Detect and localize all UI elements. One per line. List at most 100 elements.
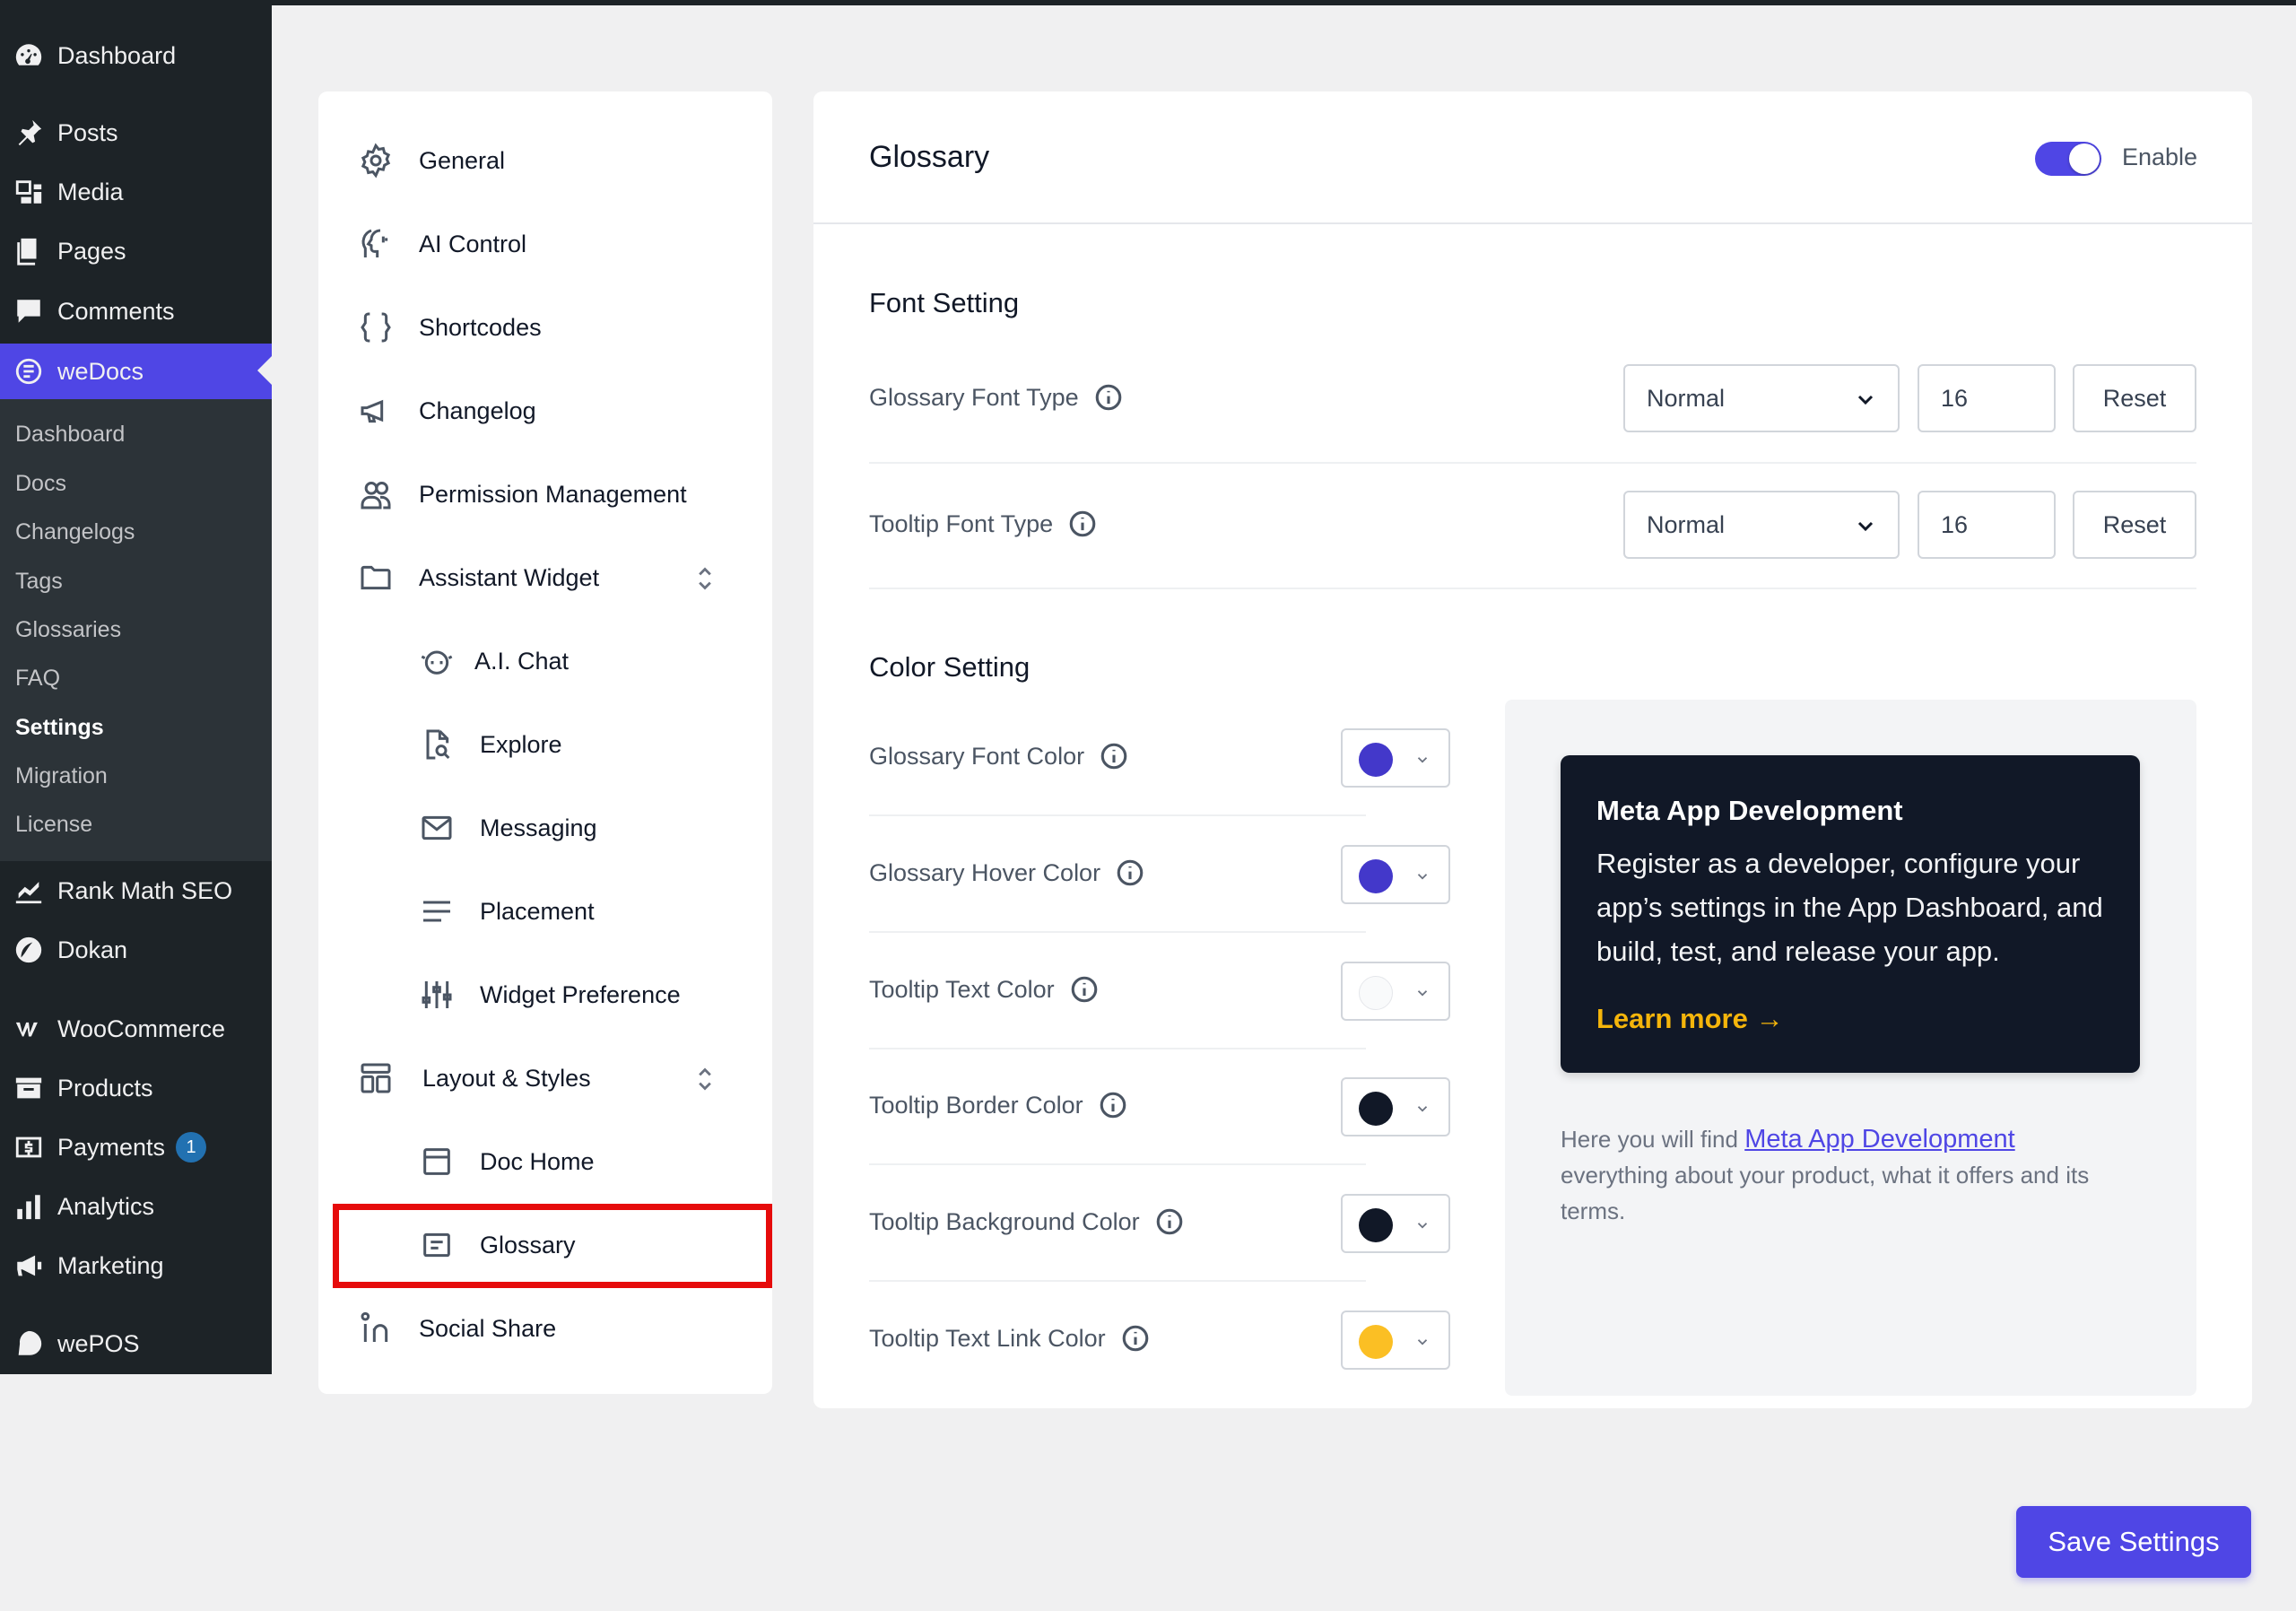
- glossary-font-reset-button[interactable]: Reset: [2073, 364, 2196, 432]
- envelope-icon: [417, 808, 457, 848]
- row-label-text: Tooltip Border Color: [869, 1091, 1083, 1119]
- wp-menu-dashboard[interactable]: Dashboard: [0, 29, 272, 83]
- color-swatch: [1359, 859, 1393, 893]
- linkedin-icon: [356, 1309, 396, 1348]
- submenu-tags[interactable]: Tags: [15, 569, 63, 595]
- analytics-icon: [0, 1191, 57, 1222]
- learn-more-link[interactable]: Learn more →: [1596, 1003, 1783, 1035]
- settings-nav-widget-preference[interactable]: Widget Preference: [417, 975, 681, 1014]
- wp-menu-label: Rank Math SEO: [57, 876, 233, 904]
- glossary-hover-color-picker[interactable]: [1341, 845, 1450, 904]
- wp-menu-payments[interactable]: Payments 1: [0, 1120, 272, 1174]
- info-icon[interactable]: [1099, 741, 1129, 771]
- wp-menu-marketing[interactable]: Marketing: [0, 1239, 272, 1293]
- row-label-text: Glossary Font Color: [869, 742, 1085, 770]
- submenu-docs[interactable]: Docs: [15, 471, 66, 497]
- submenu-license[interactable]: License: [15, 812, 92, 838]
- row-label-text: Tooltip Text Color: [869, 975, 1055, 1003]
- wp-menu-wedocs[interactable]: weDocs: [0, 344, 272, 399]
- settings-nav-explore[interactable]: Explore: [417, 725, 562, 764]
- submenu-settings[interactable]: Settings: [15, 715, 104, 741]
- divider: [869, 814, 1366, 816]
- settings-nav-layout-styles[interactable]: Layout & Styles: [356, 1058, 591, 1098]
- settings-nav-shortcodes[interactable]: Shortcodes: [356, 308, 542, 347]
- settings-nav-label: A.I. Chat: [474, 647, 570, 675]
- folder-icon: [356, 558, 396, 597]
- settings-nav-messaging[interactable]: Messaging: [417, 808, 597, 848]
- wp-menu-label: weDocs: [57, 357, 144, 385]
- info-icon[interactable]: [1067, 509, 1098, 539]
- settings-nav-general[interactable]: General: [356, 141, 505, 180]
- tooltip-border-color-picker[interactable]: [1341, 1077, 1450, 1136]
- settings-nav-placement[interactable]: Placement: [417, 892, 595, 931]
- glossary-font-type-select[interactable]: Normal: [1623, 364, 1900, 432]
- settings-nav-ai-chat[interactable]: A.I. Chat: [417, 641, 569, 681]
- glossary-font-type-label: Glossary Font Type: [869, 382, 1124, 413]
- window-icon: [417, 1142, 457, 1181]
- submenu-glossaries[interactable]: Glossaries: [15, 617, 121, 643]
- submenu-dashboard[interactable]: Dashboard: [15, 422, 125, 448]
- tooltip-font-type-select[interactable]: Normal: [1623, 491, 1900, 559]
- settings-nav-label: Placement: [480, 897, 595, 925]
- row-label-text: Glossary Hover Color: [869, 858, 1101, 886]
- chevron-up-down-icon[interactable]: [692, 1063, 718, 1095]
- save-settings-button[interactable]: Save Settings: [2016, 1506, 2251, 1578]
- wp-menu-wepos[interactable]: wePOS: [0, 1317, 272, 1371]
- settings-nav-changelog[interactable]: Changelog: [356, 391, 536, 431]
- settings-nav-permission-management[interactable]: Permission Management: [356, 475, 687, 514]
- tooltip-background-color-picker[interactable]: [1341, 1194, 1450, 1253]
- tooltip-font-size-input[interactable]: 16: [1918, 491, 2056, 559]
- payments-icon: [0, 1132, 57, 1163]
- tooltip-text-color-picker[interactable]: [1341, 962, 1450, 1021]
- chevron-down-icon: [1417, 1339, 1428, 1345]
- color-swatch: [1359, 1325, 1393, 1359]
- lines-icon: [417, 892, 457, 931]
- color-swatch: [1359, 743, 1393, 777]
- info-icon[interactable]: [1093, 382, 1124, 413]
- info-icon[interactable]: [1120, 1323, 1151, 1354]
- settings-nav-label: General: [419, 146, 506, 174]
- wp-menu-rank-math-seo[interactable]: Rank Math SEO: [0, 864, 272, 918]
- info-icon[interactable]: [1115, 858, 1145, 888]
- info-icon[interactable]: [1069, 974, 1100, 1005]
- pin-icon: [0, 118, 57, 148]
- wp-menu-analytics[interactable]: Analytics: [0, 1180, 272, 1233]
- tooltip-text-link-color-picker[interactable]: [1341, 1311, 1450, 1370]
- info-icon[interactable]: [1098, 1090, 1128, 1120]
- wp-menu-products[interactable]: Products: [0, 1061, 272, 1115]
- settings-nav-ai-control[interactable]: AI Control: [356, 224, 526, 264]
- wp-menu-woocommerce[interactable]: WooCommerce: [0, 1002, 272, 1056]
- tooltip-font-reset-button[interactable]: Reset: [2073, 491, 2196, 559]
- divider: [869, 931, 1366, 933]
- chevron-down-icon: [1417, 874, 1428, 880]
- chevron-up-down-icon[interactable]: [692, 562, 718, 595]
- enable-toggle[interactable]: [2035, 142, 2101, 176]
- settings-nav-doc-home[interactable]: Doc Home: [417, 1142, 595, 1181]
- glossary-font-color-picker[interactable]: [1341, 728, 1450, 788]
- info-icon[interactable]: [1154, 1206, 1185, 1237]
- settings-nav-label: Assistant Widget: [419, 563, 600, 591]
- braces-icon: [356, 308, 396, 347]
- wp-menu-dokan[interactable]: Dokan: [0, 923, 272, 977]
- settings-nav-assistant-widget[interactable]: Assistant Widget: [356, 558, 599, 597]
- wp-menu-label: Analytics: [57, 1192, 155, 1220]
- settings-nav-social-share[interactable]: Social Share: [356, 1309, 556, 1348]
- settings-nav-label: Widget Preference: [480, 980, 681, 1008]
- wp-menu-media[interactable]: Media: [0, 165, 272, 219]
- meta-app-development-link[interactable]: Meta App Development: [1744, 1125, 2014, 1154]
- submenu-migration[interactable]: Migration: [15, 763, 108, 789]
- wp-menu-label: Payments: [57, 1133, 166, 1161]
- glossary-font-size-input[interactable]: 16: [1918, 364, 2056, 432]
- wp-menu-pages[interactable]: Pages: [0, 224, 272, 278]
- submenu-faq[interactable]: FAQ: [15, 666, 60, 692]
- wp-menu-posts[interactable]: Posts: [0, 106, 272, 160]
- help-text-intro: Here you will find: [1561, 1126, 1738, 1153]
- divider: [869, 1163, 1366, 1165]
- users-icon: [356, 475, 396, 514]
- wp-menu-comments[interactable]: Comments: [0, 284, 272, 338]
- pages-icon: [0, 236, 57, 266]
- rankmath-icon: [0, 875, 57, 906]
- submenu-changelogs[interactable]: Changelogs: [15, 519, 135, 545]
- settings-nav-label: AI Control: [419, 230, 527, 257]
- help-text: Here you will find Meta App Development …: [1561, 1121, 2152, 1229]
